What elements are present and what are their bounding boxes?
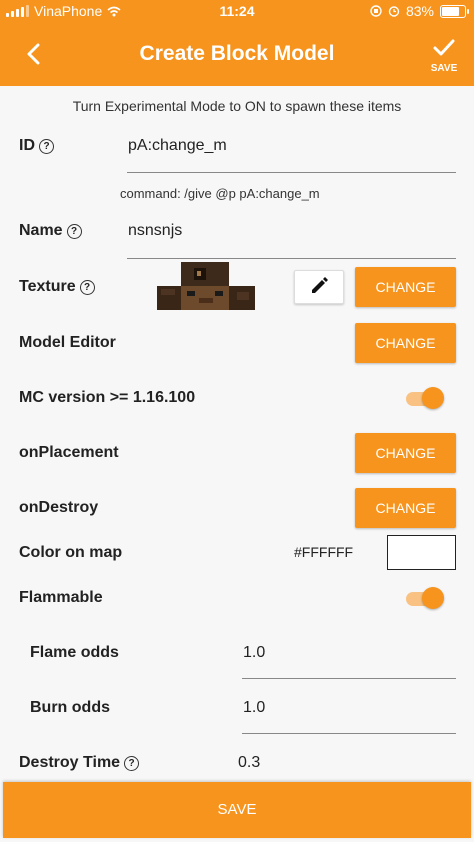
name-input[interactable]: nsnsnjs: [128, 222, 182, 240]
flammable-toggle[interactable]: [402, 587, 444, 609]
mc-version-toggle[interactable]: [402, 387, 444, 409]
orientation-lock-icon: [370, 5, 382, 17]
pencil-icon: [312, 277, 328, 293]
flame-odds-underline: [242, 678, 456, 679]
texture-preview-image: [157, 262, 255, 310]
save-top-label: SAVE: [430, 63, 458, 74]
color-swatch[interactable]: [387, 535, 456, 570]
mc-version-label: MC version >= 1.16.100: [19, 389, 196, 406]
texture-label: Texture: [19, 278, 76, 295]
on-destroy-change-button[interactable]: CHANGE: [355, 488, 456, 528]
color-hex-value: #FFFFFF: [294, 544, 354, 560]
status-bar: VinaPhone 11:24 83%: [0, 0, 474, 22]
id-input-underline: [127, 172, 456, 173]
texture-label-row: Texture ?: [19, 278, 95, 296]
flammable-label: Flammable: [19, 589, 103, 606]
name-input-underline: [127, 258, 456, 259]
destroy-time-label-row: Destroy Time ?: [19, 754, 140, 772]
color-on-map-label: Color on map: [19, 544, 123, 561]
flame-odds-input[interactable]: 1.0: [243, 644, 265, 662]
name-label: Name: [19, 222, 63, 239]
burn-odds-label: Burn odds: [30, 699, 110, 716]
id-input[interactable]: pA:change_m: [128, 137, 227, 155]
destroy-time-label: Destroy Time: [19, 754, 121, 771]
experimental-notice: Turn Experimental Mode to ON to spawn th…: [72, 98, 402, 114]
destroy-time-input[interactable]: 0.3: [238, 754, 260, 772]
burn-odds-input[interactable]: 1.0: [243, 699, 265, 717]
help-icon[interactable]: ?: [79, 279, 95, 295]
on-placement-label: onPlacement: [19, 444, 119, 461]
on-destroy-label: onDestroy: [19, 499, 99, 516]
battery-percent: 83%: [405, 3, 434, 19]
model-editor-change-button[interactable]: CHANGE: [355, 323, 456, 363]
model-editor-label: Model Editor: [19, 334, 116, 351]
check-icon: [433, 39, 455, 56]
texture-change-button[interactable]: CHANGE: [355, 267, 456, 307]
id-label: ID: [19, 137, 35, 154]
edit-texture-button[interactable]: [294, 270, 344, 304]
id-label-row: ID ?: [19, 137, 54, 155]
app-bar: Create Block Model SAVE: [0, 22, 474, 86]
page-title: Create Block Model: [139, 42, 335, 65]
save-button-bottom[interactable]: SAVE: [3, 782, 471, 838]
flame-odds-label: Flame odds: [30, 644, 119, 661]
help-icon[interactable]: ?: [66, 223, 82, 239]
on-placement-change-button[interactable]: CHANGE: [355, 433, 456, 473]
help-icon[interactable]: ?: [124, 755, 140, 771]
command-text: command: /give @p pA:change_m: [120, 186, 320, 201]
alarm-icon: [388, 6, 400, 17]
burn-odds-underline: [242, 733, 456, 734]
name-label-row: Name ?: [19, 222, 82, 240]
save-button-top[interactable]: SAVE: [426, 38, 462, 74]
battery-icon: [440, 4, 469, 18]
help-icon[interactable]: ?: [39, 138, 54, 154]
